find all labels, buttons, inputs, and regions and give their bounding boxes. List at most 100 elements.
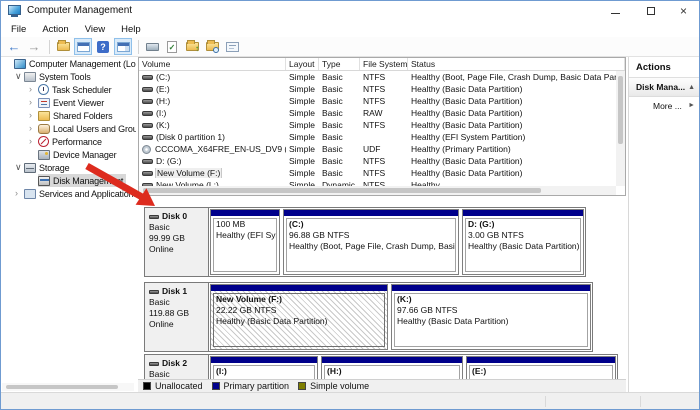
expand-icon[interactable]: ›	[29, 96, 38, 109]
volume-row[interactable]: (I:) SimpleBasic RAWHealthy (Basic Data …	[139, 107, 616, 119]
actions-group-disk-management[interactable]: Disk Mana... ▲	[629, 78, 700, 97]
folder-up-icon[interactable]: ↑	[183, 38, 201, 55]
partition-color-bar	[284, 210, 458, 216]
partition-color-bar	[211, 357, 317, 363]
tree-item-computer-management[interactable]: Computer Management (Local	[2, 57, 136, 70]
check-document-icon[interactable]: ✓	[163, 38, 181, 55]
local-users-icon	[38, 124, 50, 134]
expand-icon[interactable]: ›	[29, 135, 38, 148]
volume-list-horizontal-scrollbar[interactable]	[139, 186, 616, 195]
partition-g[interactable]: D: (G:) 3.00 GB NTFSHealthy (Basic Data …	[462, 209, 584, 275]
disk-1-row: Disk 1 Basic119.88 GBOnline New Volume (…	[144, 282, 593, 352]
folder-search-icon[interactable]	[203, 38, 221, 55]
properties-icon[interactable]	[223, 38, 241, 55]
expand-icon[interactable]: ›	[15, 187, 24, 200]
menu-bar: File Action View Help	[1, 22, 699, 37]
expand-icon[interactable]: ›	[29, 109, 38, 122]
collapse-icon[interactable]: ▲	[688, 84, 695, 91]
volume-row[interactable]: New Volume (F:) SimpleBasic NTFSHealthy …	[139, 167, 616, 179]
partition-c[interactable]: (C:) 96.88 GB NTFSHealthy (Boot, Page Fi…	[283, 209, 459, 275]
device-manager-icon	[38, 150, 50, 160]
disk-tool-icon[interactable]	[143, 38, 161, 55]
maximize-icon[interactable]	[642, 4, 659, 19]
performance-icon	[38, 136, 49, 147]
partition-f-selected[interactable]: New Volume (F:) 22.22 GB NTFSHealthy (Ba…	[210, 284, 388, 350]
scrollbar-thumb[interactable]	[143, 188, 541, 193]
volume-row[interactable]: New Volume (L:) SimpleDynamic NTFSHealth…	[139, 179, 616, 186]
back-icon[interactable]: ←	[5, 38, 23, 55]
minimize-icon[interactable]	[607, 4, 624, 19]
partition-legend: Unallocated Primary partition Simple vol…	[138, 379, 626, 392]
disk-2-label[interactable]: Disk 2 Basic	[145, 355, 209, 379]
unallocated-swatch	[143, 382, 151, 390]
disk-management-pane: Volume Layout Type File System Status (C…	[138, 57, 626, 392]
expand-collapse-icon[interactable]: ∨	[15, 161, 24, 174]
expand-collapse-icon[interactable]: ∨	[15, 70, 24, 83]
partition-k[interactable]: (K:) 97.66 GB NTFSHealthy (Basic Data Pa…	[391, 284, 591, 350]
help-icon[interactable]: ?	[94, 38, 112, 55]
tree-item-disk-management[interactable]: Disk Management	[2, 174, 136, 187]
volume-row[interactable]: (Disk 0 partition 1) SimpleBasic Healthy…	[139, 131, 616, 143]
volume-icon	[142, 99, 153, 104]
tree-item-shared-folders[interactable]: › Shared Folders	[2, 109, 136, 122]
volume-list-vertical-scrollbar[interactable]	[616, 71, 625, 186]
menu-action[interactable]: Action	[34, 24, 76, 35]
partition-i[interactable]: (I:)	[210, 356, 318, 379]
tree-item-device-manager[interactable]: Device Manager	[2, 148, 136, 161]
more-actions-arrow-icon: ►	[688, 102, 695, 109]
menu-file[interactable]: File	[3, 24, 34, 35]
disk-2-row: Disk 2 Basic (I:) (H:) (E:)	[144, 354, 618, 379]
storage-icon	[24, 163, 36, 173]
volume-row[interactable]: (E:) SimpleBasic NTFSHealthy (Basic Data…	[139, 83, 616, 95]
show-action-pane-icon[interactable]	[114, 38, 132, 55]
column-header-volume[interactable]: Volume	[139, 58, 286, 70]
tree-item-event-viewer[interactable]: › Event Viewer	[2, 96, 136, 109]
disk-icon	[149, 215, 159, 219]
tree-horizontal-scrollbar[interactable]	[2, 383, 134, 391]
export-list-icon[interactable]	[54, 38, 72, 55]
expand-icon[interactable]: ›	[29, 83, 38, 96]
tree-item-task-scheduler[interactable]: › Task Scheduler	[2, 83, 136, 96]
volume-row[interactable]: (H:) SimpleBasic NTFSHealthy (Basic Data…	[139, 95, 616, 107]
partition-h[interactable]: (H:)	[321, 356, 463, 379]
scrollbar-thumb[interactable]	[6, 385, 118, 389]
tree-item-local-users-and-groups[interactable]: › Local Users and Groups	[2, 122, 136, 135]
volume-icon	[142, 123, 153, 128]
column-header-status[interactable]: Status	[408, 58, 625, 70]
partition-e[interactable]: (E:)	[466, 356, 616, 379]
disk-0-row: Disk 0 Basic99.99 GBOnline 100 MBHealthy…	[144, 207, 586, 277]
volume-row[interactable]: (C:) SimpleBasic NTFSHealthy (Boot, Page…	[139, 71, 616, 83]
more-actions[interactable]: More ... ►	[629, 97, 700, 114]
tree-item-services-and-applications[interactable]: › Services and Applications	[2, 187, 136, 200]
primary-partition-swatch	[212, 382, 220, 390]
volume-list: Volume Layout Type File System Status (C…	[138, 57, 626, 196]
menu-view[interactable]: View	[77, 24, 113, 35]
volume-row[interactable]: CCCOMA_X64FRE_EN-US_DV9 (D:) SimpleBasic…	[139, 143, 616, 155]
statusbar-divider	[545, 396, 546, 407]
shared-folders-icon	[38, 111, 50, 121]
volume-row[interactable]: (K:) SimpleBasic NTFSHealthy (Basic Data…	[139, 119, 616, 131]
tree-item-storage[interactable]: ∨ Storage	[2, 161, 136, 174]
toolbar-separator	[138, 40, 139, 54]
column-header-file-system[interactable]: File System	[360, 58, 408, 70]
volume-row[interactable]: D: (G:) SimpleBasic NTFSHealthy (Basic D…	[139, 155, 616, 167]
scrollbar-thumb[interactable]	[618, 76, 623, 144]
forward-icon[interactable]: →	[25, 38, 43, 55]
expand-icon[interactable]: ›	[29, 122, 38, 135]
tree-item-performance[interactable]: › Performance	[2, 135, 136, 148]
partition-efi[interactable]: 100 MBHealthy (EFI System Partition)	[210, 209, 280, 275]
statusbar-divider	[640, 396, 641, 407]
status-bar	[1, 392, 699, 410]
column-header-layout[interactable]: Layout	[286, 58, 319, 70]
task-scheduler-icon	[38, 84, 49, 95]
tree-item-system-tools[interactable]: ∨ System Tools	[2, 70, 136, 83]
menu-help[interactable]: Help	[113, 24, 149, 35]
volume-icon	[142, 111, 153, 116]
column-header-type[interactable]: Type	[319, 58, 360, 70]
disk-1-label[interactable]: Disk 1 Basic119.88 GBOnline	[145, 283, 209, 351]
volume-list-header: Volume Layout Type File System Status	[139, 58, 625, 71]
show-console-tree-icon[interactable]	[74, 38, 92, 55]
close-icon[interactable]: ×	[675, 4, 692, 19]
services-icon	[24, 189, 36, 199]
disk-0-label[interactable]: Disk 0 Basic99.99 GBOnline	[145, 208, 209, 276]
